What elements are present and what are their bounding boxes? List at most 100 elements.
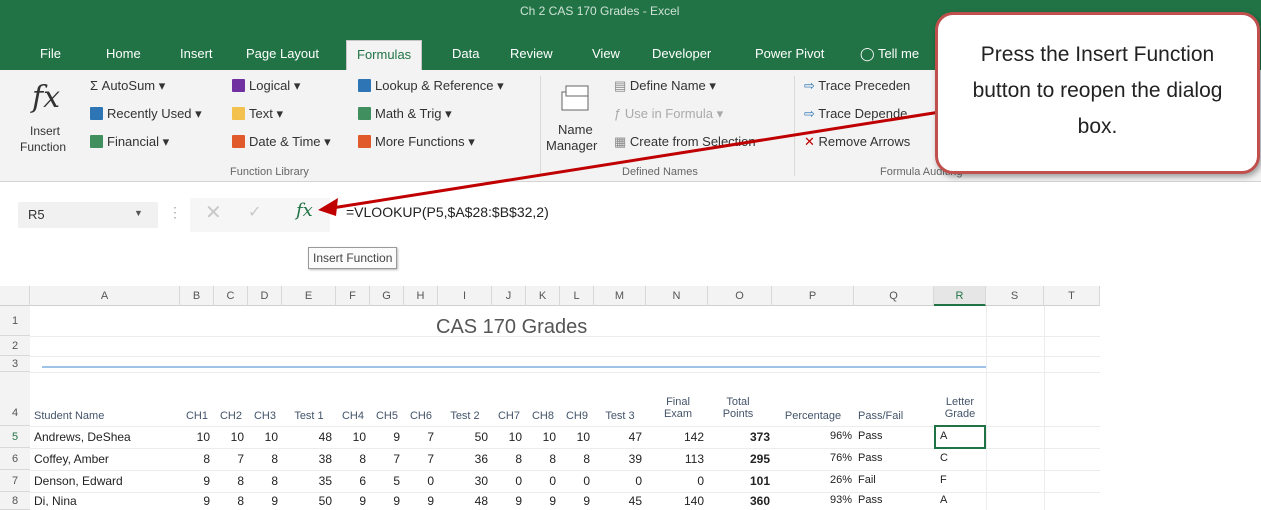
column-header[interactable]: A [30, 286, 180, 306]
table-cell[interactable]: C [940, 452, 980, 464]
tab-insert[interactable]: Insert [180, 46, 213, 61]
table-cell[interactable]: 48 [282, 430, 332, 444]
tab-review[interactable]: Review [510, 46, 553, 61]
define-name-button[interactable]: ▤ Define Name ▾ [614, 78, 716, 94]
table-cell[interactable]: 36 [438, 452, 488, 466]
trace-dependents-button[interactable]: ⇨ Trace Depende [804, 106, 907, 122]
table-cell[interactable]: 8 [214, 494, 244, 506]
column-header[interactable]: N [646, 286, 708, 306]
column-header[interactable]: C [214, 286, 248, 306]
column-header[interactable]: S [986, 286, 1044, 306]
insert-function-button[interactable]: fx Insert Function [18, 74, 74, 160]
tell-me-search[interactable]: ◯ Tell me [860, 46, 919, 62]
table-cell[interactable]: 8 [180, 452, 210, 466]
tab-page-layout[interactable]: Page Layout [246, 46, 319, 61]
create-from-selection-button[interactable]: ▦ Create from Selection [614, 134, 756, 150]
student-name-cell[interactable]: Denson, Edward [34, 474, 180, 488]
table-cell[interactable]: Pass [858, 494, 928, 506]
enter-check-icon[interactable]: ✓ [248, 202, 261, 222]
table-cell[interactable]: 10 [526, 430, 556, 444]
table-cell[interactable]: 38 [282, 452, 332, 466]
column-header[interactable]: Q [854, 286, 934, 306]
table-cell[interactable]: 295 [708, 452, 770, 466]
table-cell[interactable]: 9 [560, 494, 590, 506]
table-cell[interactable]: 113 [646, 452, 704, 466]
table-cell[interactable]: 10 [492, 430, 522, 444]
table-cell[interactable]: 39 [594, 452, 642, 466]
table-cell[interactable]: 7 [370, 452, 400, 466]
column-header[interactable]: O [708, 286, 772, 306]
table-cell[interactable]: Pass [858, 452, 928, 464]
table-cell[interactable]: 9 [370, 494, 400, 506]
math-trig-button[interactable]: Math & Trig ▾ [358, 106, 452, 122]
table-cell[interactable]: 6 [336, 474, 366, 488]
table-cell[interactable]: 10 [248, 430, 278, 444]
row-header[interactable]: 7 [0, 470, 30, 492]
row-header[interactable]: 4 [0, 372, 30, 426]
tab-data[interactable]: Data [452, 46, 479, 61]
table-cell[interactable]: 0 [560, 474, 590, 488]
table-cell[interactable]: 10 [180, 430, 210, 444]
column-header[interactable]: B [180, 286, 214, 306]
column-header[interactable]: E [282, 286, 336, 306]
table-cell[interactable]: Pass [858, 430, 928, 442]
row-header[interactable]: 6 [0, 448, 30, 470]
column-header[interactable]: G [370, 286, 404, 306]
table-cell[interactable]: 8 [560, 452, 590, 466]
table-cell[interactable]: 45 [594, 494, 642, 506]
column-header-selected[interactable]: R [934, 286, 986, 306]
column-header[interactable]: H [404, 286, 438, 306]
tab-file[interactable]: File [40, 46, 61, 61]
tab-power-pivot[interactable]: Power Pivot [755, 46, 824, 61]
worksheet[interactable]: A B C D E F G H I J K L M N O P Q R S T … [0, 284, 1261, 510]
column-header[interactable]: L [560, 286, 594, 306]
column-header[interactable]: I [438, 286, 492, 306]
table-cell[interactable]: 9 [492, 494, 522, 506]
column-header[interactable]: K [526, 286, 560, 306]
column-header[interactable]: D [248, 286, 282, 306]
financial-button[interactable]: Financial ▾ [90, 134, 169, 150]
table-cell[interactable]: Fail [858, 474, 928, 486]
table-cell[interactable]: 30 [438, 474, 488, 488]
tab-formulas[interactable]: Formulas [346, 40, 423, 70]
table-cell[interactable]: 142 [646, 430, 704, 444]
date-time-button[interactable]: Date & Time ▾ [232, 134, 331, 150]
student-name-cell[interactable]: Coffey, Amber [34, 452, 180, 466]
table-cell[interactable]: 8 [248, 474, 278, 488]
table-cell[interactable]: 0 [492, 474, 522, 488]
table-cell[interactable]: 10 [336, 430, 366, 444]
recently-used-button[interactable]: Recently Used ▾ [90, 106, 202, 122]
column-header[interactable]: T [1044, 286, 1100, 306]
lookup-reference-button[interactable]: Lookup & Reference ▾ [358, 78, 504, 94]
table-cell[interactable]: 9 [336, 494, 366, 506]
active-cell[interactable] [934, 425, 986, 449]
row-header[interactable]: 3 [0, 356, 30, 372]
tab-developer[interactable]: Developer [652, 46, 711, 61]
table-cell[interactable]: 50 [438, 430, 488, 444]
table-cell[interactable]: 140 [646, 494, 704, 506]
row-header[interactable]: 2 [0, 336, 30, 356]
chevron-down-icon[interactable]: ▼ [134, 208, 143, 218]
table-cell[interactable]: 10 [560, 430, 590, 444]
column-header[interactable]: J [492, 286, 526, 306]
tab-view[interactable]: View [592, 46, 620, 61]
student-name-cell[interactable]: Andrews, DeShea [34, 430, 180, 444]
table-cell[interactable]: 9 [180, 494, 210, 506]
remove-arrows-button[interactable]: ✕ Remove Arrows [804, 134, 910, 150]
column-header[interactable]: F [336, 286, 370, 306]
row-header[interactable]: 8 [0, 492, 30, 510]
table-cell[interactable]: 7 [404, 430, 434, 444]
table-cell[interactable]: 7 [404, 452, 434, 466]
student-name-cell[interactable]: Di, Nina [34, 494, 180, 506]
autosum-button[interactable]: Σ AutoSum ▾ [90, 78, 165, 94]
select-all-corner[interactable] [0, 286, 30, 306]
table-cell[interactable]: 0 [526, 474, 556, 488]
table-cell[interactable]: 8 [214, 474, 244, 488]
row-header[interactable]: 1 [0, 306, 30, 336]
row-header-selected[interactable]: 5 [0, 426, 30, 448]
table-cell[interactable]: 47 [594, 430, 642, 444]
table-cell[interactable]: 26% [772, 474, 852, 486]
table-cell[interactable]: 101 [708, 474, 770, 488]
table-cell[interactable]: 9 [526, 494, 556, 506]
logical-button[interactable]: Logical ▾ [232, 78, 300, 94]
